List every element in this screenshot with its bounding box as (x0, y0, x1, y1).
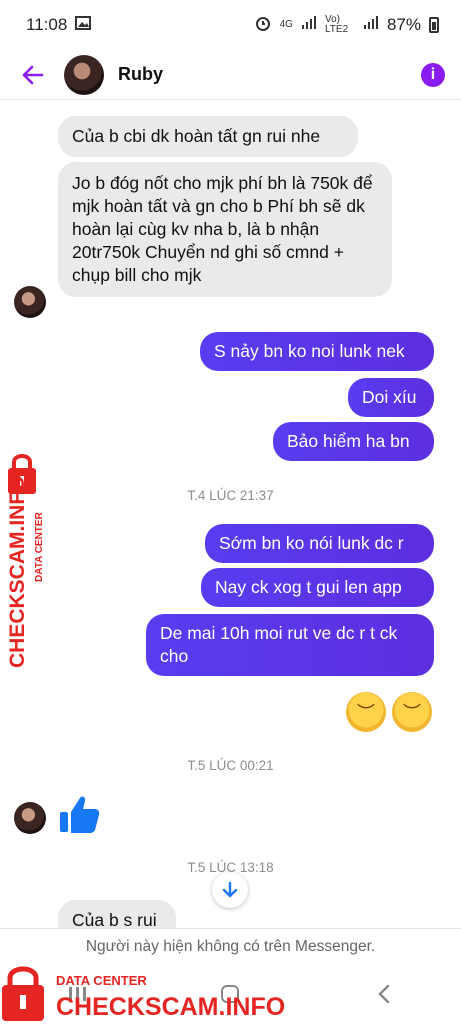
back-arrow-icon[interactable] (20, 62, 46, 88)
alarm-icon (254, 14, 272, 37)
system-nav-bar (0, 964, 461, 1024)
message-incoming[interactable]: Của b cbi dk hoàn tất gn rui nhe (58, 116, 358, 157)
message-list[interactable]: Của b cbi dk hoàn tất gn rui nhe Jo b đó… (0, 100, 461, 928)
message-incoming[interactable]: Jo b đóg nốt cho mjk phí bh là 750k để m… (58, 162, 392, 297)
message-outgoing[interactable]: Nay ck xog t gui len app (201, 568, 434, 607)
disappointed-face-icon[interactable]: ︶ (392, 692, 432, 732)
message-outgoing[interactable]: S nảy bn ko noi lunk nek (200, 332, 434, 371)
message-outgoing[interactable]: De mai 10h moi rut ve dc r t ck cho (146, 614, 434, 676)
gallery-icon (75, 15, 92, 35)
sender-avatar[interactable] (14, 286, 46, 318)
volte-label: Vo) LTE2 (324, 14, 349, 35)
thumbs-up-icon[interactable] (58, 792, 102, 836)
conversation-header: Ruby i (0, 50, 461, 100)
recent-apps-icon[interactable] (55, 972, 99, 1016)
battery-icon (429, 17, 439, 33)
contact-avatar[interactable] (64, 54, 104, 95)
disappointed-face-icon[interactable]: ︶ (346, 692, 386, 732)
back-nav-icon[interactable] (362, 972, 406, 1016)
timestamp: T.5 LÚC 00:21 (187, 758, 274, 773)
status-bar: 11:08 4G Vo) LTE2 87% (0, 0, 461, 50)
unavailable-notice: Người này hiện không có trên Messenger. (0, 928, 461, 965)
message-outgoing[interactable]: Doi xíu (348, 378, 434, 417)
clock: 11:08 (26, 15, 68, 34)
timestamp: T.4 LÚC 21:37 (187, 488, 274, 503)
home-icon[interactable] (208, 972, 252, 1016)
signal-icon-2 (363, 15, 379, 35)
status-right: 4G Vo) LTE2 87% (254, 14, 439, 37)
info-icon[interactable]: i (421, 62, 445, 87)
network-label: 4G (279, 19, 293, 30)
message-incoming[interactable]: Của b s rui (58, 900, 176, 928)
message-outgoing[interactable]: Bảo hiểm ha bn (273, 422, 434, 461)
contact-name[interactable]: Ruby (118, 64, 163, 85)
arrow-down-icon[interactable] (212, 872, 248, 908)
signal-icon (301, 15, 317, 35)
sender-avatar[interactable] (14, 802, 46, 834)
battery-percent: 87% (386, 15, 421, 34)
status-left: 11:08 (26, 15, 92, 35)
message-outgoing[interactable]: Sớm bn ko nói lunk dc r (205, 524, 434, 563)
